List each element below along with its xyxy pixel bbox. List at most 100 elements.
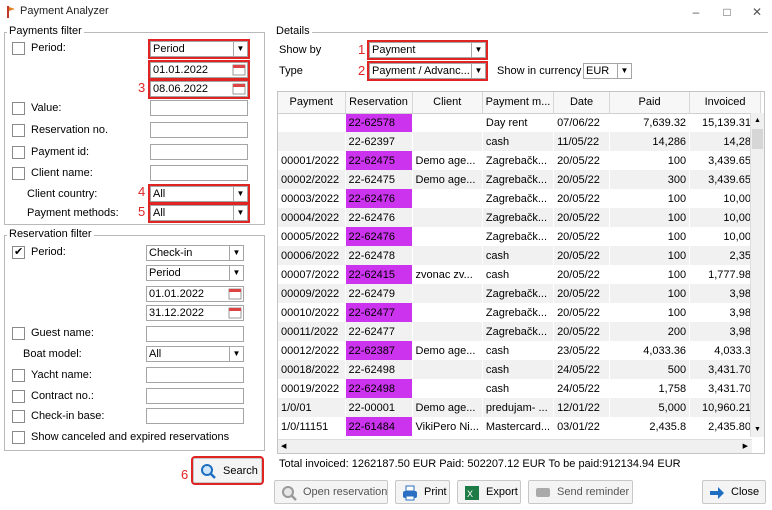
calendar-icon[interactable] bbox=[232, 64, 246, 76]
checkin-base-checkbox[interactable] bbox=[12, 410, 25, 423]
search-button[interactable]: Search bbox=[191, 456, 264, 485]
table-row[interactable]: 00018/2022 22-62498 cash 24/05/22 500 3,431.7… bbox=[278, 360, 762, 379]
period-checkbox[interactable] bbox=[12, 42, 25, 55]
cell-client bbox=[412, 208, 483, 227]
column-header-reservation[interactable]: Reservation bbox=[345, 92, 413, 114]
chevron-down-icon: ▼ bbox=[229, 266, 243, 280]
vertical-scrollbar[interactable]: ▲ ▼ bbox=[750, 113, 764, 437]
client-name-checkbox[interactable] bbox=[12, 167, 25, 180]
calendar-icon[interactable] bbox=[232, 83, 246, 95]
table-row[interactable]: 1/0/11151 22-61484 VikiPero Ni... Mastercar… bbox=[278, 417, 762, 436]
chevron-down-icon: ▼ bbox=[229, 246, 243, 260]
send-reminder-button[interactable]: Send reminder bbox=[528, 480, 633, 504]
cell-paid: 100 bbox=[609, 151, 691, 170]
reservation-no-input[interactable] bbox=[150, 122, 248, 138]
table-row[interactable]: 00005/2022 22-62476 Zagrebačk... 20/05/22 10… bbox=[278, 227, 762, 246]
payment-methods-value: All bbox=[153, 207, 166, 219]
show-canceled-checkbox[interactable] bbox=[12, 431, 25, 444]
reservation-period-type-select[interactable]: Period ▼ bbox=[146, 265, 244, 281]
contract-no-checkbox[interactable] bbox=[12, 390, 25, 403]
payments-filter-title: Payments filter bbox=[7, 25, 84, 37]
cell-payment: 00004/2022 bbox=[278, 208, 346, 227]
type-select[interactable]: Payment / Advanc... ▼ bbox=[367, 61, 488, 81]
cell-client bbox=[412, 284, 483, 303]
table-row[interactable]: 22-62397 cash 11/05/22 14,286 14,286 bbox=[278, 132, 762, 151]
show-by-label: Show by bbox=[279, 44, 322, 56]
table-row[interactable]: 00009/2022 22-62479 Zagrebačk... 20/05/22 10… bbox=[278, 284, 762, 303]
scroll-right-icon[interactable]: ▶ bbox=[743, 442, 748, 450]
column-header-payment-method[interactable]: Payment m... bbox=[482, 92, 555, 114]
calendar-icon[interactable] bbox=[228, 307, 242, 319]
show-by-select[interactable]: Payment ▼ bbox=[367, 40, 488, 60]
print-button[interactable]: Print bbox=[395, 480, 450, 504]
table-row[interactable]: 00010/2022 22-62477 Zagrebačk... 20/05/22 10… bbox=[278, 303, 762, 322]
chevron-down-icon: ▼ bbox=[471, 43, 485, 57]
table-row[interactable]: 00006/2022 22-62478 cash 20/05/22 100 2,350 bbox=[278, 246, 762, 265]
value-checkbox[interactable] bbox=[12, 102, 25, 115]
cell-paid: 100 bbox=[609, 284, 691, 303]
close-button[interactable]: Close bbox=[702, 480, 766, 504]
totals-text: Total invoiced: 1262187.50 EUR Paid: 502… bbox=[279, 458, 681, 470]
cell-client: Demo age... bbox=[412, 170, 483, 189]
table-row[interactable]: 00001/2022 22-62475 Demo age... Zagrebačk..… bbox=[278, 151, 762, 170]
horizontal-scrollbar[interactable]: ◀ ▶ bbox=[278, 439, 752, 453]
period-kind-select[interactable]: Check-in ▼ bbox=[146, 245, 244, 261]
table-row[interactable]: 00004/2022 22-62476 Zagrebačk... 20/05/22 10… bbox=[278, 208, 762, 227]
calendar-icon[interactable] bbox=[228, 288, 242, 300]
minimize-icon[interactable]: – bbox=[681, 2, 711, 22]
export-button[interactable]: X Export bbox=[457, 480, 521, 504]
payments-from-date[interactable]: 01.01.2022 bbox=[148, 60, 250, 80]
value-input[interactable] bbox=[150, 100, 248, 116]
client-name-input[interactable] bbox=[150, 165, 248, 181]
payments-table[interactable]: Payment Reservation Client Payment m... … bbox=[277, 91, 765, 454]
table-row[interactable]: 00019/2022 22-62498 cash 24/05/22 1,758 3,431… bbox=[278, 379, 762, 398]
client-country-select[interactable]: All ▼ bbox=[148, 184, 250, 204]
cell-paid: 7,639.32 bbox=[609, 113, 691, 132]
table-row[interactable]: 00007/2022 22-62415 zvonac zv... cash 20/05/… bbox=[278, 265, 762, 284]
yacht-name-input[interactable] bbox=[146, 367, 244, 383]
payment-id-checkbox[interactable] bbox=[12, 146, 25, 159]
client-country-value: All bbox=[153, 188, 166, 200]
cell-reservation: 22-62475 bbox=[345, 151, 413, 170]
reservation-no-checkbox[interactable] bbox=[12, 124, 25, 137]
table-row[interactable]: 1/0/01 22-00001 Demo age... predujam- ... 12… bbox=[278, 398, 762, 417]
scroll-down-icon[interactable]: ▼ bbox=[754, 426, 761, 433]
scroll-left-icon[interactable]: ◀ bbox=[281, 442, 286, 450]
cell-paid: 1,758 bbox=[609, 379, 691, 398]
column-header-paid[interactable]: Paid bbox=[609, 92, 691, 114]
cell-reservation: 22-00001 bbox=[345, 398, 413, 417]
currency-select[interactable]: EUR ▼ bbox=[583, 63, 632, 79]
cell-client bbox=[412, 322, 483, 341]
table-row[interactable]: 00012/2022 22-62387 Demo age... cash 23/05/2… bbox=[278, 341, 762, 360]
guest-name-input[interactable] bbox=[146, 326, 244, 342]
table-row[interactable]: 22-62578 Day rent 07/06/22 7,639.32 15,139.3… bbox=[278, 113, 762, 132]
payment-id-input[interactable] bbox=[150, 144, 248, 160]
close-icon[interactable]: ✕ bbox=[742, 2, 772, 22]
guest-name-checkbox[interactable] bbox=[12, 327, 25, 340]
boat-model-select[interactable]: All ▼ bbox=[146, 346, 244, 362]
yacht-name-checkbox[interactable] bbox=[12, 369, 25, 382]
scroll-up-icon[interactable]: ▲ bbox=[754, 117, 761, 124]
table-row[interactable]: 00011/2022 22-62477 Zagrebačk... 20/05/22 20… bbox=[278, 322, 762, 341]
contract-no-input[interactable] bbox=[146, 388, 244, 404]
reservation-to-date[interactable]: 31.12.2022 bbox=[146, 305, 244, 321]
reservation-period-checkbox[interactable] bbox=[12, 245, 25, 259]
svg-text:X: X bbox=[467, 489, 473, 499]
guest-name-label: Guest name: bbox=[31, 327, 94, 339]
checkin-base-input[interactable] bbox=[146, 408, 244, 424]
boat-model-value: All bbox=[149, 348, 162, 360]
table-row[interactable]: 00003/2022 22-62476 Zagrebačk... 20/05/22 10… bbox=[278, 189, 762, 208]
column-header-client[interactable]: Client bbox=[412, 92, 483, 114]
column-header-invoiced[interactable]: Invoiced bbox=[689, 92, 762, 114]
column-header-date[interactable]: Date bbox=[553, 92, 611, 114]
open-reservation-button[interactable]: Open reservation bbox=[274, 480, 388, 504]
table-row[interactable]: 00002/2022 22-62475 Demo age... Zagrebačk..… bbox=[278, 170, 762, 189]
period-type-select[interactable]: Period ▼ bbox=[148, 39, 250, 59]
period-label: Period: bbox=[31, 42, 66, 54]
maximize-icon[interactable]: □ bbox=[712, 2, 742, 22]
reservation-from-date[interactable]: 01.01.2022 bbox=[146, 286, 244, 302]
payment-methods-select[interactable]: All ▼ bbox=[148, 203, 250, 223]
column-header-payment[interactable]: Payment bbox=[278, 92, 346, 114]
scroll-thumb[interactable] bbox=[752, 129, 763, 149]
payments-to-date[interactable]: 08.06.2022 bbox=[148, 79, 250, 99]
